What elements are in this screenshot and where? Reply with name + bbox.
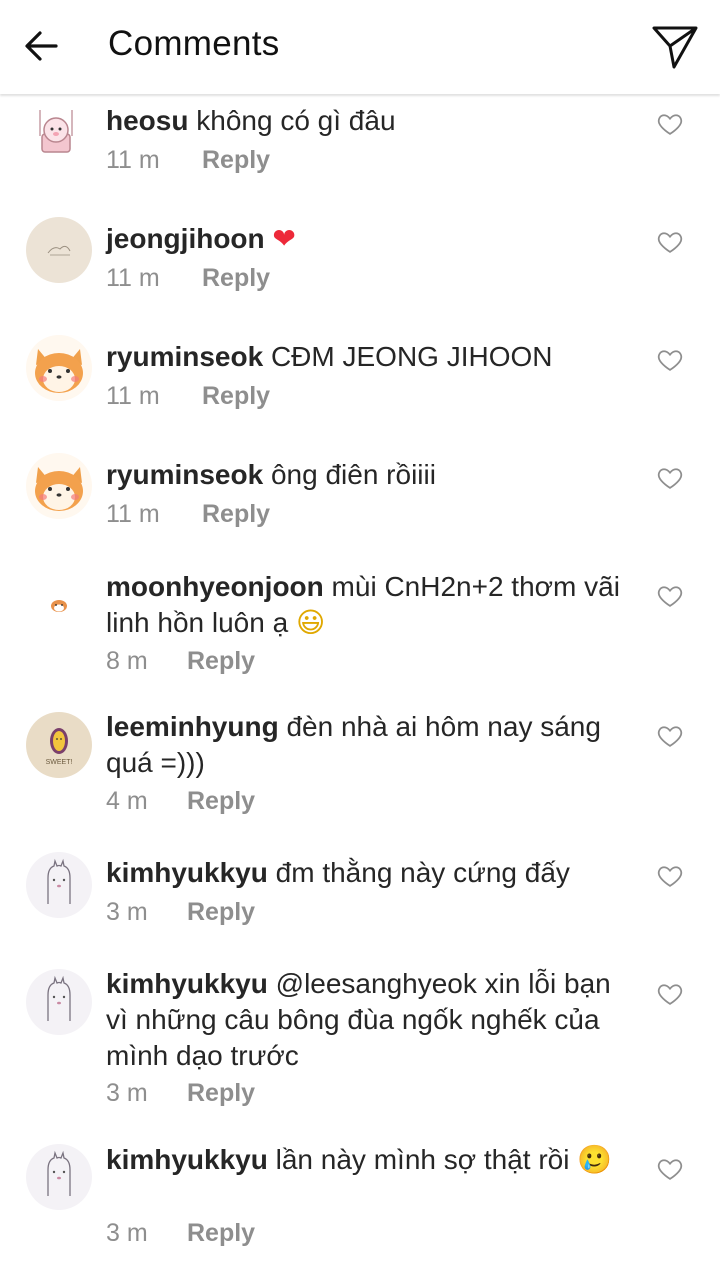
heart-outline-icon	[657, 586, 683, 607]
avatar[interactable]	[26, 1144, 92, 1210]
heart-outline-icon	[657, 726, 683, 747]
comment-meta: 11 m Reply	[106, 264, 270, 294]
back-button[interactable]	[22, 26, 62, 66]
comment-body: ông điên rồiiii	[270, 459, 436, 490]
comment-username[interactable]: ryuminseok	[106, 459, 263, 490]
like-button[interactable]	[656, 980, 684, 1008]
avatar[interactable]	[26, 217, 92, 283]
heart-outline-icon	[657, 232, 683, 253]
comment-body: không có gì đâu	[196, 105, 396, 136]
comment-text: jeongjihoon ❤	[106, 221, 626, 257]
comment-username[interactable]: kimhyukkyu	[106, 968, 268, 999]
reply-button[interactable]: Reply	[187, 647, 255, 676]
comment-text: ryuminseok CĐM JEONG JIHOON	[106, 339, 626, 375]
comments-list: heosu không có gì đâu 11 m Reply jeongjih…	[0, 0, 720, 1268]
comment-time: 3 m	[106, 1079, 148, 1107]
comment-meta: 11 m Reply	[106, 500, 270, 530]
paper-plane-icon	[652, 26, 698, 69]
comment-username[interactable]: heosu	[106, 105, 188, 136]
avatar-caption: SWEET!	[46, 759, 73, 766]
comment-username[interactable]: jeongjihoon	[106, 223, 265, 254]
alpaca-avatar-icon	[47, 975, 71, 1021]
reply-button[interactable]: Reply	[202, 146, 270, 175]
reply-button[interactable]: Reply	[187, 1219, 255, 1248]
comment-meta: 11 m Reply	[106, 146, 270, 176]
heart-emoji: ❤	[272, 222, 296, 255]
avatar[interactable]	[26, 571, 92, 637]
comment-time: 4 m	[106, 787, 148, 815]
avatar[interactable]	[26, 100, 92, 166]
comment-username[interactable]: kimhyukkyu	[106, 857, 268, 888]
comment-time: 11 m	[106, 500, 160, 528]
reply-button[interactable]: Reply	[202, 500, 270, 529]
comment-username[interactable]: ryuminseok	[106, 341, 263, 372]
avatar[interactable]	[26, 453, 92, 519]
comment-username[interactable]: kimhyukkyu	[106, 1144, 268, 1175]
like-button[interactable]	[656, 582, 684, 610]
reply-button[interactable]: Reply	[187, 787, 255, 816]
reply-button[interactable]: Reply	[202, 264, 270, 293]
like-button[interactable]	[656, 464, 684, 492]
like-button[interactable]	[656, 346, 684, 374]
page-title: Comments	[108, 24, 280, 63]
comment-time: 8 m	[106, 647, 148, 675]
heart-outline-icon	[657, 468, 683, 489]
comment-meta: 4 m Reply	[106, 787, 255, 817]
comment-meta: 8 m Reply	[106, 647, 255, 677]
reply-button[interactable]: Reply	[187, 1079, 255, 1108]
comment-text: heosu không có gì đâu	[106, 103, 626, 139]
comment-text: kimhyukkyu lần này mình sợ thật rồi 🥲	[106, 1142, 626, 1178]
comment-meta: 3 m Reply	[106, 1079, 255, 1109]
like-button[interactable]	[656, 862, 684, 890]
comment-username[interactable]: leeminhyung	[106, 711, 279, 742]
sketch-avatar-icon	[47, 245, 71, 256]
comment-text: moonhyeonjoon mùi CnH2n+2 thơm vãi linh …	[106, 569, 626, 641]
sweet-potato-avatar-icon: SWEET!	[46, 728, 73, 766]
comment-meta: 3 m Reply	[106, 898, 255, 928]
top-bar: Comments	[0, 0, 720, 94]
comment-meta: 3 m Reply	[106, 1219, 255, 1249]
like-button[interactable]	[656, 1155, 684, 1183]
shiba-avatar-icon	[35, 467, 83, 511]
share-button[interactable]	[650, 22, 700, 72]
arrow-left-icon	[25, 31, 58, 61]
alpaca-avatar-icon	[47, 1150, 71, 1196]
like-button[interactable]	[656, 228, 684, 256]
pig-avatar-icon	[39, 110, 73, 153]
avatar[interactable]	[26, 335, 92, 401]
comment-body: CĐM JEONG JIHOON	[270, 341, 553, 372]
heart-outline-icon	[657, 984, 683, 1005]
smiling-tear-emoji: 🥲	[577, 1143, 613, 1176]
comment-text: kimhyukkyu đm thằng này cứng đấy	[106, 855, 626, 891]
reply-button[interactable]: Reply	[202, 382, 270, 411]
comment-text: ryuminseok ông điên rồiiii	[106, 457, 626, 493]
alpaca-avatar-icon	[47, 858, 71, 904]
comment-time: 3 m	[106, 898, 148, 926]
comment-text: leeminhyung đèn nhà ai hôm nay sáng quá …	[106, 709, 626, 781]
heart-outline-icon	[657, 866, 683, 887]
reply-button[interactable]: Reply	[187, 898, 255, 927]
comment-body: lần này mình sợ thật rồi	[275, 1144, 570, 1175]
like-button[interactable]	[656, 722, 684, 750]
comment-username[interactable]: moonhyeonjoon	[106, 571, 324, 602]
smiley-emoji: 😃	[295, 606, 326, 639]
shiba-avatar-icon	[35, 349, 83, 393]
comment-time: 11 m	[106, 264, 160, 292]
heart-outline-icon	[657, 350, 683, 371]
like-button[interactable]	[656, 110, 684, 138]
heart-outline-icon	[657, 1159, 683, 1180]
avatar[interactable]: SWEET!	[26, 712, 92, 778]
avatar[interactable]	[26, 969, 92, 1035]
comment-text: kimhyukkyu @leesanghyeok xin lỗi bạn vì …	[106, 966, 626, 1074]
comment-meta: 11 m Reply	[106, 382, 270, 412]
heart-outline-icon	[657, 114, 683, 135]
comment-time: 11 m	[106, 382, 160, 410]
hamster-avatar-icon	[51, 600, 67, 612]
avatar[interactable]	[26, 852, 92, 918]
comment-body: đm thằng này cứng đấy	[275, 857, 570, 888]
comment-time: 11 m	[106, 146, 160, 174]
comment-time: 3 m	[106, 1219, 148, 1247]
